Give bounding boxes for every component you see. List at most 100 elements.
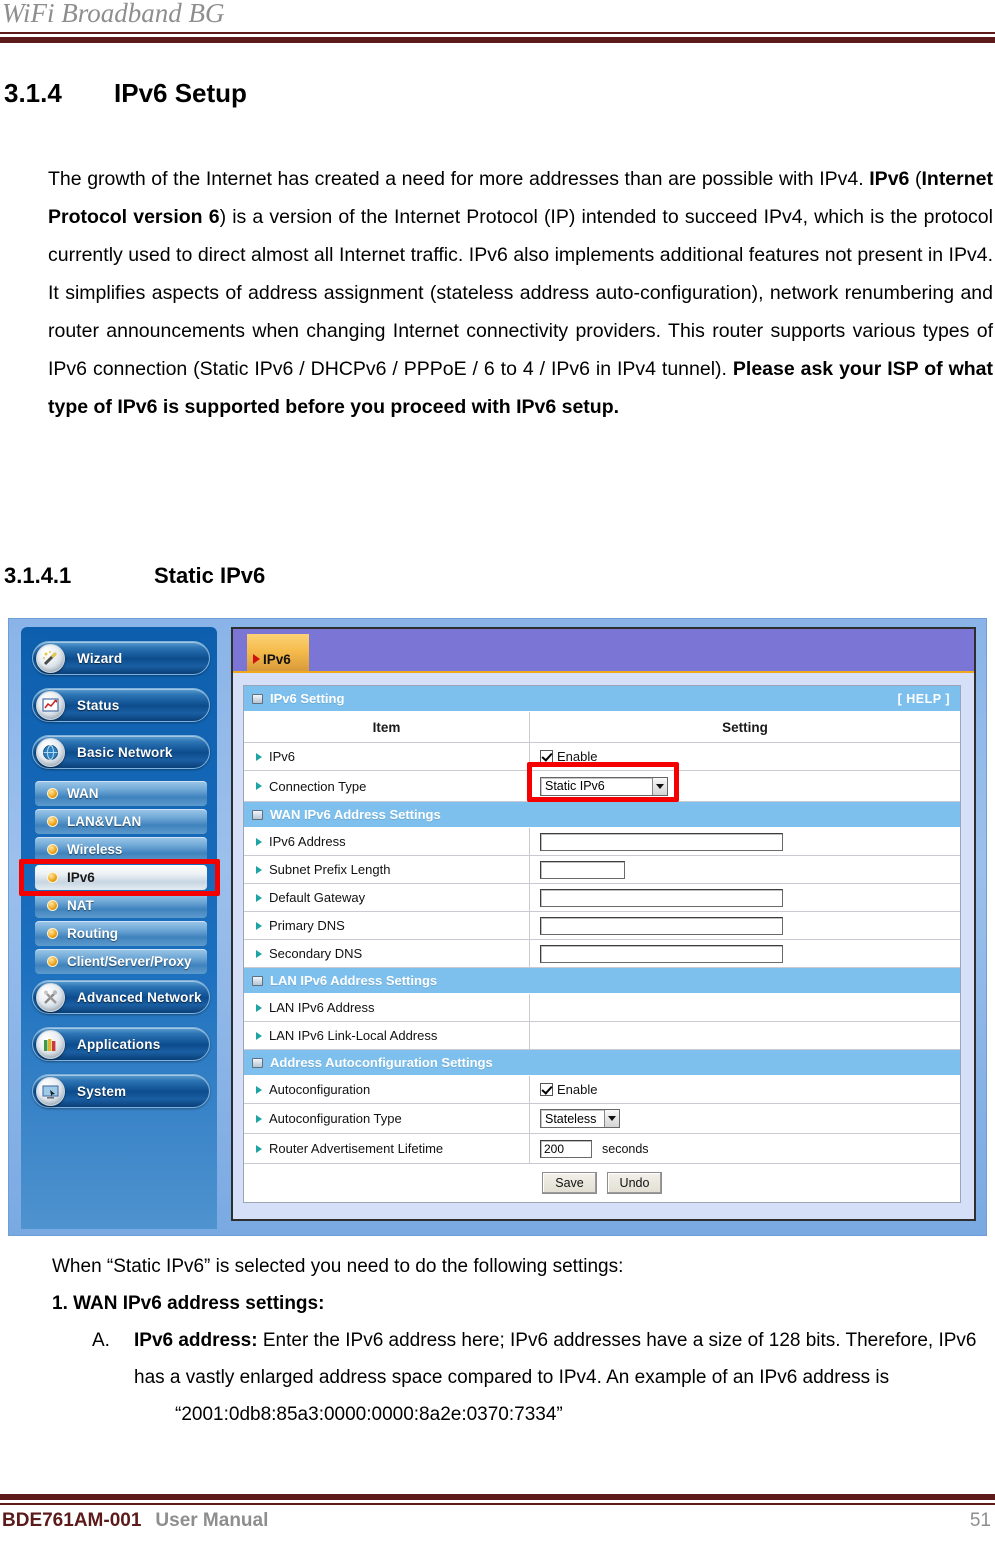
sidebar-item-basic-network[interactable]: Basic Network: [32, 735, 210, 769]
row-label-cell: IPv6 Address: [244, 828, 530, 855]
sidebar-label: NAT: [67, 898, 94, 913]
arrow-right-icon: [256, 921, 262, 930]
bullet-icon: [47, 956, 58, 967]
sidebar-label: Applications: [77, 1036, 161, 1052]
sidebar-label: Advanced Network: [77, 989, 202, 1005]
arrow-right-icon: [256, 782, 262, 790]
table-row-router-advertisement-lifetime: Router Advertisement Lifetime 200 second…: [244, 1134, 960, 1164]
header-rule-thin: [0, 32, 995, 34]
row-value-cell: [530, 856, 960, 883]
row-label-cell: Default Gateway: [244, 884, 530, 911]
sidebar-item-ipv6[interactable]: IPv6: [35, 865, 207, 890]
sidebar-label: Basic Network: [77, 744, 173, 760]
ipv6-address-input[interactable]: [540, 832, 783, 851]
autoconfiguration-type-dropdown[interactable]: Stateless: [540, 1109, 620, 1128]
list-content: IPv6 address: Enter the IPv6 address her…: [134, 1322, 995, 1396]
post-line-when-static: When “Static IPv6” is selected you need …: [52, 1256, 624, 1277]
bullet-icon: [47, 816, 58, 827]
row-value-cell: Enable: [530, 1076, 960, 1103]
chevron-down-icon[interactable]: [604, 1110, 619, 1127]
default-gateway-input[interactable]: [540, 888, 783, 907]
subsection-number: 3.1.4.1: [4, 563, 72, 588]
document-title: WiFi Broadband BG: [2, 0, 225, 28]
post-image-text: When “Static IPv6” is selected you need …: [0, 1248, 995, 1433]
sidebar-item-system[interactable]: System: [32, 1074, 210, 1108]
row-label-cell: Autoconfiguration: [244, 1076, 530, 1103]
primary-dns-input[interactable]: [540, 916, 783, 935]
triangle-right-icon: [253, 654, 260, 664]
arrow-right-icon: [256, 949, 262, 958]
footer-rule-thin: [0, 1503, 995, 1505]
group-title: WAN IPv6 Address Settings: [270, 807, 441, 822]
sidebar-item-wireless[interactable]: Wireless: [35, 837, 207, 862]
row-label: Primary DNS: [269, 918, 345, 933]
table-row-lan-ipv6-address: LAN IPv6 Address: [244, 994, 960, 1022]
sidebar-label: Wireless: [67, 842, 123, 857]
section-toggle-icon[interactable]: [252, 693, 263, 704]
sidebar-item-wan[interactable]: WAN: [35, 781, 207, 806]
row-label: Secondary DNS: [269, 946, 363, 961]
arrow-right-icon: [256, 865, 262, 874]
ipv6-settings-table: IPv6 Setting [ HELP ] Item Setting IPv6 …: [243, 685, 961, 1203]
checkbox-label: Enable: [557, 1082, 598, 1097]
sidebar-label: System: [77, 1083, 127, 1099]
router-sidebar: Wizard Status Basic Network WAN LAN&VLAN…: [19, 627, 220, 1229]
arrow-right-icon: [256, 1031, 262, 1040]
post-line-wan-settings: 1. WAN IPv6 address settings:: [52, 1293, 325, 1314]
row-label: Autoconfiguration: [269, 1082, 371, 1097]
group-title: IPv6 Setting: [270, 691, 345, 706]
sidebar-item-advanced-network[interactable]: Advanced Network: [32, 980, 210, 1014]
list-term: IPv6 address:: [134, 1330, 258, 1351]
sidebar-label: Client/Server/Proxy: [67, 954, 192, 969]
row-label: Default Gateway: [269, 890, 366, 905]
router-advertisement-lifetime-input[interactable]: 200: [540, 1139, 592, 1158]
section-toggle-icon[interactable]: [252, 1057, 263, 1068]
section-heading-314: 3.1.4 IPv6 Setup: [4, 78, 247, 109]
section-number: 3.1.4: [4, 78, 62, 108]
row-label: LAN IPv6 Address: [269, 1000, 375, 1015]
arrow-right-icon: [256, 1003, 262, 1012]
list-marker: A.: [92, 1330, 110, 1351]
dropdown-value: Static IPv6: [545, 779, 605, 793]
row-label-cell: LAN IPv6 Link-Local Address: [244, 1022, 530, 1049]
sidebar-label: Wizard: [77, 650, 123, 666]
table-row-primary-dns: Primary DNS: [244, 912, 960, 940]
sidebar-item-wizard[interactable]: Wizard: [32, 641, 210, 675]
connection-type-dropdown[interactable]: Static IPv6: [540, 776, 668, 796]
save-button[interactable]: Save: [542, 1172, 597, 1194]
sidebar-item-status[interactable]: Status: [32, 688, 210, 722]
undo-button[interactable]: Undo: [607, 1172, 662, 1194]
sidebar-label: Routing: [67, 926, 118, 941]
row-label-cell: Secondary DNS: [244, 940, 530, 967]
chevron-down-icon[interactable]: [652, 777, 667, 795]
sidebar-item-client-server-proxy[interactable]: Client/Server/Proxy: [35, 949, 207, 974]
subnet-prefix-length-input[interactable]: [540, 860, 625, 879]
sidebar-item-lan-vlan[interactable]: LAN&VLAN: [35, 809, 207, 834]
section-toggle-icon[interactable]: [252, 975, 263, 986]
table-column-headers: Item Setting: [244, 712, 960, 743]
bullet-icon: [47, 928, 58, 939]
table-row-autoconfiguration: Autoconfiguration Enable: [244, 1076, 960, 1104]
section-toggle-icon[interactable]: [252, 809, 263, 820]
autoconfiguration-enable-checkbox[interactable]: [540, 1083, 553, 1096]
arrow-right-icon: [256, 893, 262, 902]
help-link[interactable]: [ HELP ]: [898, 692, 950, 706]
tab-ipv6[interactable]: IPv6: [247, 634, 309, 671]
table-row-ipv6-address: IPv6 Address: [244, 828, 960, 856]
sidebar-item-applications[interactable]: Applications: [32, 1027, 210, 1061]
row-label: Router Advertisement Lifetime: [269, 1141, 444, 1156]
sidebar-item-nat[interactable]: NAT: [35, 893, 207, 918]
checkbox-label: Enable: [557, 749, 598, 764]
row-value-cell: [530, 994, 960, 1021]
column-header-setting: Setting: [722, 719, 768, 735]
secondary-dns-input[interactable]: [540, 944, 783, 963]
sidebar-label: LAN&VLAN: [67, 814, 142, 829]
sidebar-item-routing[interactable]: Routing: [35, 921, 207, 946]
globe-icon: [36, 738, 65, 767]
intro-part-1: The growth of the Internet has created a…: [48, 168, 870, 190]
table-row-secondary-dns: Secondary DNS: [244, 940, 960, 968]
table-row-subnet-prefix-length: Subnet Prefix Length: [244, 856, 960, 884]
header-rule-thick: [0, 37, 995, 43]
ipv6-enable-checkbox[interactable]: [540, 750, 553, 763]
bullet-icon: [47, 872, 58, 883]
